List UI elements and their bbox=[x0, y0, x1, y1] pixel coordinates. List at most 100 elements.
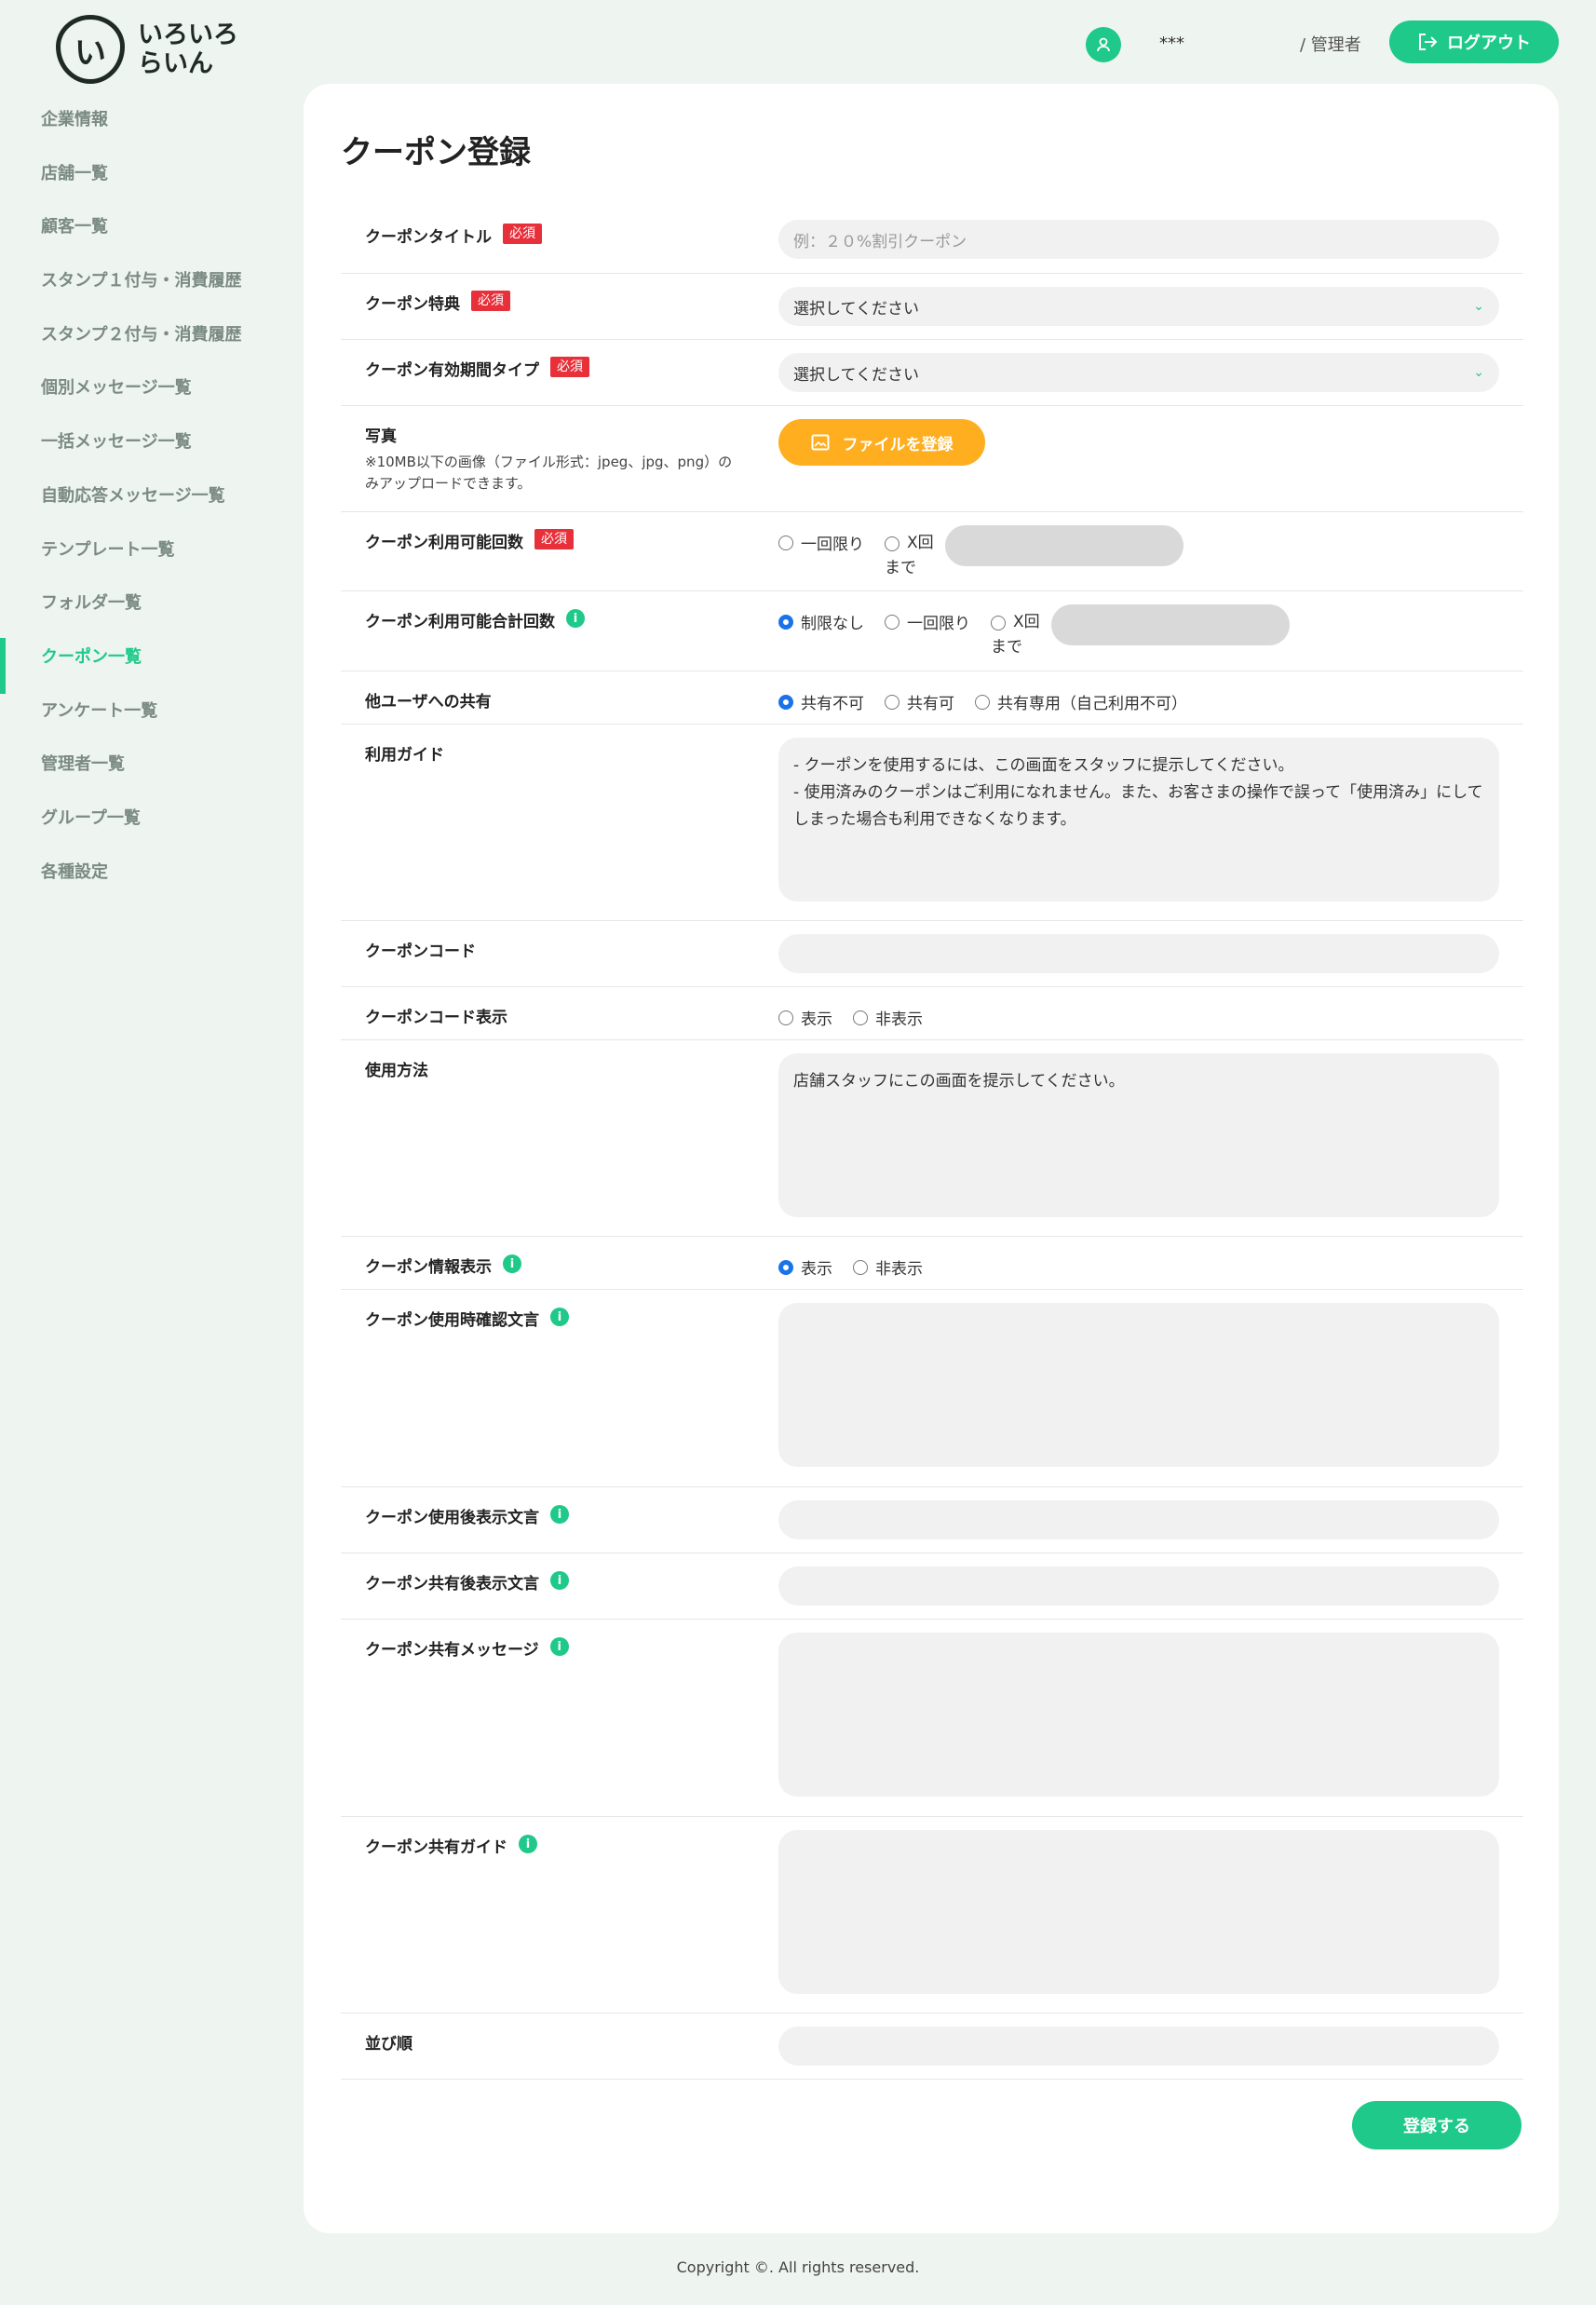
coupon-code-label: クーポンコード bbox=[365, 942, 476, 961]
coupon-period-type-label: クーポン有効期間タイプ bbox=[365, 361, 539, 380]
share-guide-textarea[interactable] bbox=[778, 1830, 1499, 1994]
usable-count-once-radio[interactable]: 一回限り bbox=[778, 531, 864, 554]
row-sort-order: 並び順 bbox=[341, 2013, 1523, 2080]
copyright: Copyright ©. All rights reserved. bbox=[676, 2258, 920, 2276]
after-use-input[interactable] bbox=[778, 1500, 1499, 1539]
share-allowed-radio[interactable]: 共有可 bbox=[885, 690, 954, 713]
share-only-radio[interactable]: 共有専用（自己利用不可） bbox=[975, 690, 1187, 713]
logout-label: ログアウト bbox=[1447, 34, 1531, 53]
sidebar-item-admins[interactable]: 管理者一覧 bbox=[0, 747, 298, 801]
share-none-radio[interactable]: 共有不可 bbox=[778, 690, 864, 713]
code-display-hide-radio[interactable]: 非表示 bbox=[853, 1006, 923, 1029]
after-share-input[interactable] bbox=[778, 1566, 1499, 1606]
after-use-label: クーポン使用後表示文言 bbox=[365, 1509, 539, 1527]
usage-guide-label: 利用ガイド bbox=[365, 746, 444, 765]
chevron-down-icon: ⌄ bbox=[1473, 299, 1484, 314]
sidebar-item-customers[interactable]: 顧客一覧 bbox=[0, 210, 298, 264]
row-photo: 写真 ※10MB以下の画像（ファイル形式：jpeg、jpg、png）のみアップロ… bbox=[341, 406, 1523, 512]
info-icon[interactable]: i bbox=[519, 1835, 537, 1853]
sort-order-label: 並び順 bbox=[365, 2035, 413, 2054]
chevron-down-icon: ⌄ bbox=[1473, 365, 1484, 380]
logout-button[interactable]: ログアウト bbox=[1389, 20, 1559, 63]
info-icon[interactable]: i bbox=[566, 609, 585, 628]
info-icon[interactable]: i bbox=[549, 1637, 569, 1656]
logo-mark-icon: い bbox=[56, 15, 125, 84]
coupon-benefit-select[interactable]: 選択してください ⌄ bbox=[778, 287, 1499, 326]
code-display-radios: 表示 非表示 bbox=[778, 1000, 1499, 1029]
info-icon[interactable]: i bbox=[550, 1571, 569, 1590]
sort-order-input[interactable] bbox=[778, 2027, 1499, 2066]
sidebar-item-auto-reply[interactable]: 自動応答メッセージ一覧 bbox=[0, 479, 298, 533]
code-display-show-radio[interactable]: 表示 bbox=[778, 1006, 832, 1029]
info-icon[interactable]: i bbox=[550, 1505, 569, 1524]
usable-count-radios: 一回限り X回 まで bbox=[778, 525, 1499, 581]
brand-logo[interactable]: い いろいろ らいん bbox=[56, 15, 238, 84]
required-badge: 必須 bbox=[534, 529, 574, 550]
sidebar-item-groups[interactable]: グループ一覧 bbox=[0, 801, 298, 855]
coupon-title-input[interactable]: 例：２０%割引クーポン bbox=[778, 220, 1499, 259]
usable-total-unlimited-radio[interactable]: 制限なし bbox=[778, 610, 864, 633]
coupon-benefit-label: クーポン特典 bbox=[365, 295, 460, 314]
required-badge: 必須 bbox=[550, 357, 589, 378]
info-display-radios: 表示 非表示 bbox=[778, 1250, 1499, 1279]
sidebar-item-folders[interactable]: フォルダ一覧 bbox=[0, 586, 298, 640]
row-share-message: クーポン共有メッセージ i bbox=[341, 1620, 1523, 1817]
usable-count-x-input[interactable] bbox=[944, 525, 1183, 566]
coupon-form: クーポンタイトル 必須 例：２０%割引クーポン クーポン特典 必須 選択してくだ… bbox=[341, 207, 1523, 2080]
logout-icon bbox=[1419, 34, 1438, 50]
info-display-show-radio[interactable]: 表示 bbox=[778, 1255, 832, 1279]
sidebar-nav: 企業情報 店舗一覧 顧客一覧 スタンプ１付与・消費履歴 スタンプ２付与・消費履歴… bbox=[0, 102, 298, 908]
sidebar-item-templates[interactable]: テンプレート一覧 bbox=[0, 533, 298, 587]
row-usage-method: 使用方法 店舗スタッフにこの画面を提示してください。 bbox=[341, 1040, 1523, 1237]
row-after-use-text: クーポン使用後表示文言 i bbox=[341, 1487, 1523, 1553]
share-message-textarea[interactable] bbox=[778, 1633, 1499, 1797]
row-code-display: クーポンコード表示 表示 非表示 bbox=[341, 987, 1523, 1040]
after-share-label: クーポン共有後表示文言 bbox=[365, 1575, 539, 1593]
brand-name-line1: いろいろ bbox=[138, 20, 238, 49]
row-coupon-benefit: クーポン特典 必須 選択してください ⌄ bbox=[341, 274, 1523, 340]
brand-name-line2: らいん bbox=[138, 49, 213, 78]
photo-note: ※10MB以下の画像（ファイル形式：jpeg、jpg、png）のみアップロードで… bbox=[365, 454, 733, 492]
row-usage-guide: 利用ガイド - クーポンを使用するには、この画面をスタッフに提示してください。 … bbox=[341, 725, 1523, 921]
usage-guide-textarea[interactable]: - クーポンを使用するには、この画面をスタッフに提示してください。 - 使用済み… bbox=[778, 738, 1499, 902]
sidebar-item-stamp2-history[interactable]: スタンプ２付与・消費履歴 bbox=[0, 318, 298, 372]
row-coupon-period-type: クーポン有効期間タイプ 必須 選択してください ⌄ bbox=[341, 340, 1523, 406]
usable-total-label: クーポン利用可能合計回数 bbox=[365, 613, 555, 631]
info-icon[interactable]: i bbox=[503, 1254, 521, 1273]
usable-total-x-input[interactable] bbox=[1050, 604, 1290, 645]
row-usable-count: クーポン利用可能回数 必須 一回限り X回 まで bbox=[341, 512, 1523, 591]
sidebar-item-surveys[interactable]: アンケート一覧 bbox=[0, 694, 298, 748]
info-display-hide-radio[interactable]: 非表示 bbox=[853, 1255, 923, 1279]
required-badge: 必須 bbox=[503, 224, 542, 245]
row-coupon-title: クーポンタイトル 必須 例：２０%割引クーポン bbox=[341, 207, 1523, 274]
usage-method-label: 使用方法 bbox=[365, 1062, 428, 1080]
upload-file-button[interactable]: ファイルを登録 bbox=[778, 419, 985, 466]
info-display-label: クーポン情報表示 bbox=[365, 1258, 492, 1277]
confirm-text-textarea[interactable] bbox=[778, 1303, 1499, 1467]
row-usable-total: クーポン利用可能合計回数 i 制限なし 一回限り X回 まで bbox=[341, 591, 1523, 671]
usable-total-once-radio[interactable]: 一回限り bbox=[885, 610, 970, 633]
sidebar-item-stamp1-history[interactable]: スタンプ１付与・消費履歴 bbox=[0, 264, 298, 318]
share-message-label: クーポン共有メッセージ bbox=[365, 1641, 539, 1660]
photo-label: 写真 bbox=[365, 427, 397, 446]
sidebar-item-individual-messages[interactable]: 個別メッセージ一覧 bbox=[0, 371, 298, 425]
info-icon[interactable]: i bbox=[550, 1308, 569, 1326]
usable-total-x-radio[interactable]: X回 bbox=[991, 610, 1040, 635]
coupon-benefit-value: 選択してください bbox=[793, 299, 919, 319]
user-icon bbox=[1086, 27, 1121, 62]
sidebar-item-coupons[interactable]: クーポン一覧 bbox=[0, 637, 298, 694]
sidebar-item-stores[interactable]: 店舗一覧 bbox=[0, 156, 298, 210]
sidebar-item-settings[interactable]: 各種設定 bbox=[0, 855, 298, 909]
usable-total-radios: 制限なし 一回限り X回 まで bbox=[778, 604, 1499, 660]
row-share: 他ユーザへの共有 共有不可 共有可 共有専用（自己利用不可） bbox=[341, 671, 1523, 725]
usable-count-x-radio[interactable]: X回 bbox=[885, 531, 934, 556]
row-confirm-text: クーポン使用時確認文言 i bbox=[341, 1290, 1523, 1487]
image-icon bbox=[811, 434, 829, 451]
usage-method-textarea[interactable]: 店舗スタッフにこの画面を提示してください。 bbox=[778, 1053, 1499, 1217]
sidebar-item-bulk-messages[interactable]: 一括メッセージ一覧 bbox=[0, 425, 298, 479]
coupon-period-type-select[interactable]: 選択してください ⌄ bbox=[778, 353, 1499, 392]
submit-button[interactable]: 登録する bbox=[1352, 2101, 1522, 2149]
coupon-code-input[interactable] bbox=[778, 934, 1499, 973]
sidebar-item-company[interactable]: 企業情報 bbox=[0, 102, 298, 156]
row-info-display: クーポン情報表示 i 表示 非表示 bbox=[341, 1237, 1523, 1290]
